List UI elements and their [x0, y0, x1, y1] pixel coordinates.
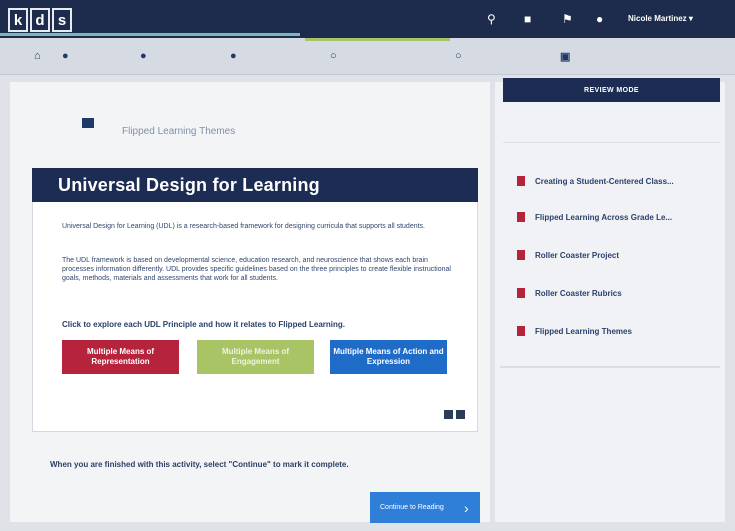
page-title: Flipped Learning Themes — [122, 126, 236, 137]
bookmark-icon — [517, 326, 525, 336]
nav-item-6[interactable]: ▣ — [560, 50, 570, 63]
action-expression-button[interactable]: Multiple Means of Action and Expression — [330, 340, 447, 374]
user-menu[interactable]: Nicole Martinez ▾ — [628, 14, 693, 23]
logo-accent-bar — [0, 33, 300, 36]
bookmark-icon — [517, 250, 525, 260]
nav-item-5[interactable]: ○ — [455, 50, 462, 62]
bookmark-icon — [517, 288, 525, 298]
flag-icon[interactable]: ⚑ — [562, 12, 573, 26]
bookmark-icon[interactable]: ■ — [524, 12, 531, 26]
bookmark-icon — [517, 212, 525, 222]
sidebar-pane — [495, 82, 725, 522]
sidebar-item-label: Roller Coaster Rubrics — [535, 288, 622, 298]
bookmark-icon — [517, 176, 525, 186]
sidebar-item-label: Flipped Learning Across Grade Le... — [535, 212, 673, 222]
sidebar-bottom-divider — [500, 366, 720, 368]
search-icon[interactable]: ⚲ — [487, 12, 496, 26]
nav-item-1[interactable]: ● — [62, 50, 69, 62]
continue-button[interactable]: Continue to Reading › — [370, 492, 480, 523]
nav-item-3[interactable]: ● — [230, 50, 237, 62]
continue-label: Continue to Reading — [380, 503, 444, 511]
sidebar-item-grade-levels[interactable]: Flipped Learning Across Grade Le... — [517, 212, 717, 222]
home-icon[interactable]: ⌂ — [34, 50, 41, 62]
review-mode-banner: REVIEW MODE — [503, 78, 720, 102]
prev-slide-button[interactable] — [444, 410, 453, 419]
sidebar-item-label: Creating a Student-Centered Class... — [535, 176, 674, 186]
sidebar-item-label: Roller Coaster Project — [535, 250, 620, 260]
user-name: Nicole Martinez — [628, 14, 687, 23]
framework-paragraph: The UDL framework is based on developmen… — [62, 257, 451, 282]
help-icon[interactable]: ● — [596, 12, 603, 26]
explore-instruction: Click to explore each UDL Principle and … — [62, 320, 346, 329]
logo-letter-k: k — [8, 8, 28, 32]
sidebar-divider — [503, 142, 720, 143]
sub-navigation: ⌂ ● ● ● ○ ○ ▣ — [0, 38, 735, 75]
card-header: Universal Design for Learning — [32, 168, 478, 202]
top-bar: k d s ⚲ ■ ⚑ ● Nicole Martinez ▾ — [0, 0, 735, 38]
engagement-button[interactable]: Multiple Means of Engagement — [197, 340, 314, 374]
representation-button[interactable]: Multiple Means of Representation — [62, 340, 179, 374]
next-slide-button[interactable] — [456, 410, 465, 419]
kds-logo[interactable]: k d s — [8, 8, 72, 32]
nav-item-4[interactable]: ○ — [330, 50, 337, 62]
nav-item-2[interactable]: ● — [140, 50, 147, 62]
sidebar-item-roller-coaster-project[interactable]: Roller Coaster Project — [517, 250, 717, 260]
sidebar-item-student-centered[interactable]: Creating a Student-Centered Class... — [517, 176, 717, 186]
module-icon — [82, 118, 94, 128]
active-section-indicator — [305, 38, 450, 41]
card-title: Universal Design for Learning — [58, 174, 320, 195]
sidebar-item-label: Flipped Learning Themes — [535, 326, 632, 336]
logo-letter-s: s — [52, 8, 72, 32]
finish-instruction: When you are finished with this activity… — [50, 460, 349, 469]
sidebar-item-roller-coaster-rubrics[interactable]: Roller Coaster Rubrics — [517, 288, 717, 298]
chevron-right-icon: › — [464, 499, 469, 516]
intro-paragraph: Universal Design for Learning (UDL) is a… — [62, 223, 425, 230]
logo-letter-d: d — [30, 8, 50, 32]
sidebar-item-flipped-themes[interactable]: Flipped Learning Themes — [517, 326, 717, 336]
udl-card — [32, 168, 478, 432]
